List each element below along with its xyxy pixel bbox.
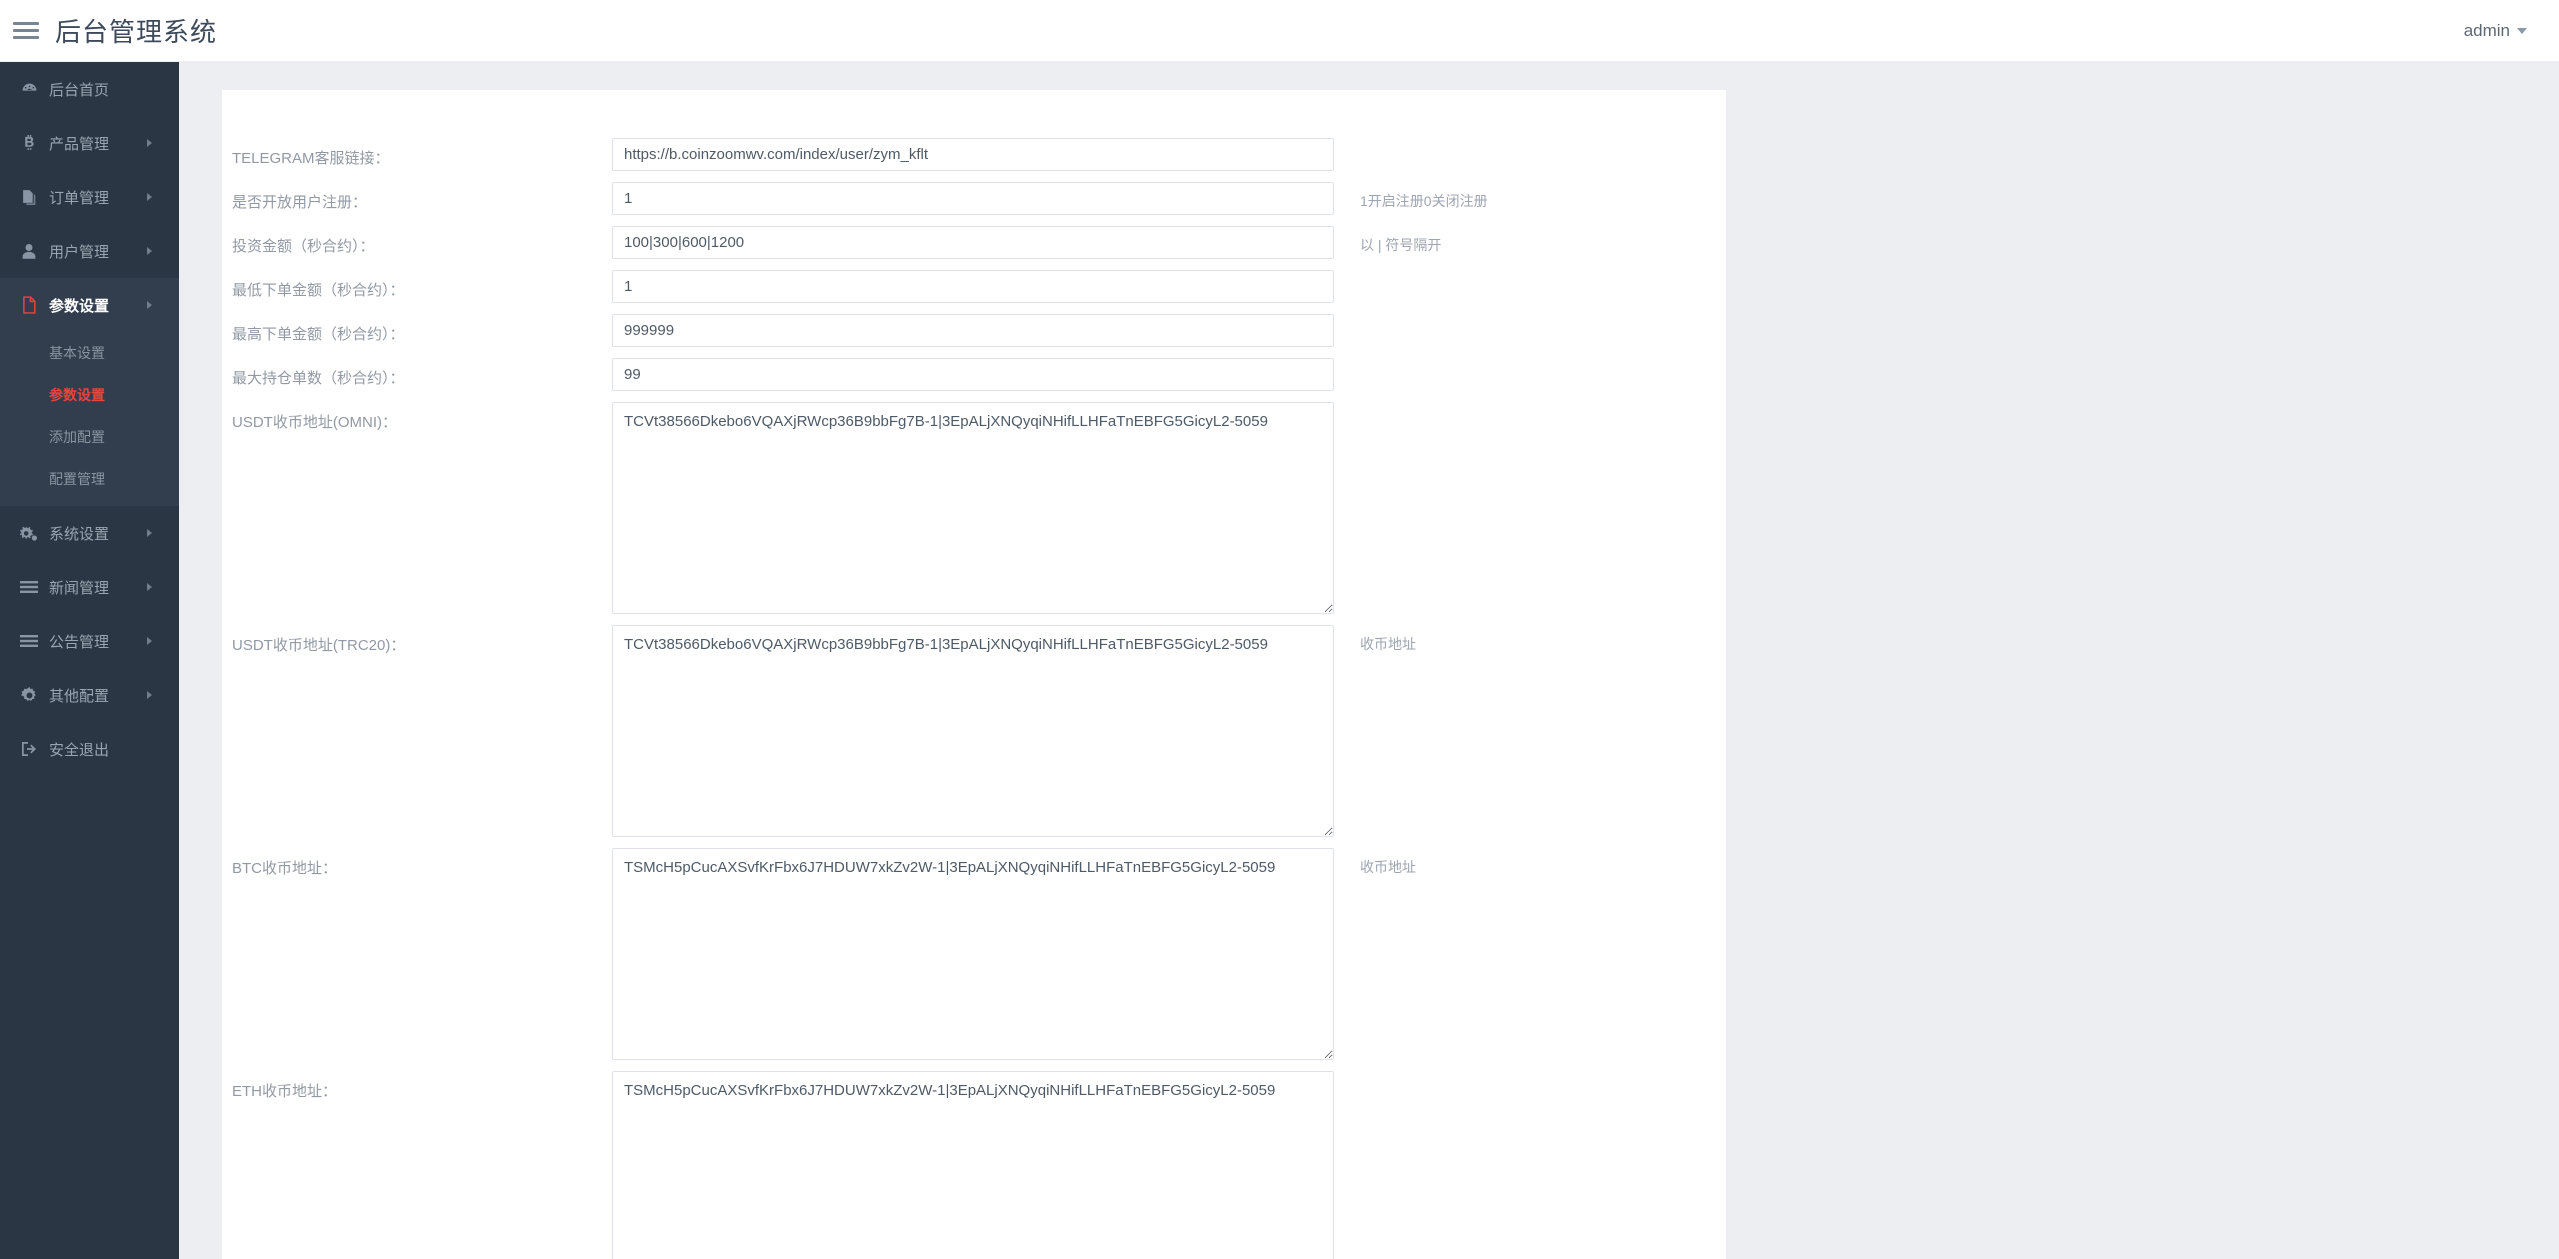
- sidebar-subitem-basic-settings[interactable]: 基本设置: [0, 332, 179, 374]
- usdt-trc20-address-textarea[interactable]: TCVt38566Dkebo6VQAXjRWcp36B9bbFg7B-1|3Ep…: [612, 625, 1334, 837]
- sidebar-submenu-params: 基本设置 参数设置 添加配置 配置管理: [0, 332, 179, 506]
- list-icon: [18, 580, 40, 594]
- sidebar: 后台首页 产品管理 订单管理 用户管理 参数设置 基本设置 参数设置 添加配置 …: [0, 62, 179, 1259]
- sidebar-item-orders[interactable]: 订单管理: [0, 170, 179, 224]
- sidebar-subitem-param-settings[interactable]: 参数设置: [0, 374, 179, 416]
- caret-down-icon: [2517, 27, 2527, 34]
- sidebar-item-label: 系统设置: [49, 525, 110, 543]
- field-label: 投资金额（秒合约）：: [232, 238, 375, 255]
- settings-form-panel: TELEGRAM客服链接： 是否开放用户注册： 1开启注册0关闭注册 投资金额（…: [222, 90, 1726, 1259]
- chevron-right-icon: [147, 193, 152, 201]
- usdt-omni-address-textarea[interactable]: TCVt38566Dkebo6VQAXjRWcp36B9bbFg7B-1|3Ep…: [612, 402, 1334, 614]
- chevron-right-icon: [147, 691, 152, 699]
- open-registration-input[interactable]: [612, 182, 1334, 215]
- sidebar-subitem-add-config[interactable]: 添加配置: [0, 416, 179, 458]
- bitcoin-icon: [18, 134, 40, 152]
- page-title: 后台管理系统: [55, 17, 218, 47]
- form-row: USDT收币地址(TRC20)： TCVt38566Dkebo6VQAXjRWc…: [222, 625, 1726, 837]
- form-row: ETH收币地址： TSMcH5pCucAXSvfKrFbx6J7HDUW7xkZ…: [222, 1071, 1726, 1259]
- dashboard-icon: [18, 81, 40, 98]
- field-hint: 以 | 符号隔开: [1360, 237, 1442, 253]
- file-icon: [18, 296, 40, 314]
- max-order-amount-input[interactable]: [612, 314, 1334, 347]
- max-positions-input[interactable]: [612, 358, 1334, 391]
- list-icon: [18, 634, 40, 648]
- form-row: TELEGRAM客服链接：: [222, 90, 1726, 171]
- sidebar-item-products[interactable]: 产品管理: [0, 116, 179, 170]
- user-icon: [18, 243, 40, 260]
- copy-file-icon: [18, 189, 40, 206]
- chevron-right-icon: [147, 637, 152, 645]
- sidebar-item-system-settings[interactable]: 系统设置: [0, 506, 179, 560]
- btc-address-textarea[interactable]: TSMcH5pCucAXSvfKrFbx6J7HDUW7xkZv2W-1|3Ep…: [612, 848, 1334, 1060]
- sidebar-item-params[interactable]: 参数设置: [0, 278, 179, 332]
- field-label: USDT收币地址(OMNI)：: [232, 414, 397, 431]
- sidebar-item-label: 产品管理: [49, 135, 110, 153]
- field-label: 最低下单金额（秒合约）：: [232, 282, 405, 299]
- field-label: 最大持仓单数（秒合约）：: [232, 370, 405, 387]
- hamburger-icon[interactable]: [13, 21, 39, 41]
- sidebar-item-dashboard[interactable]: 后台首页: [0, 62, 179, 116]
- user-menu-label: admin: [2463, 20, 2510, 40]
- form-row: USDT收币地址(OMNI)： TCVt38566Dkebo6VQAXjRWcp…: [222, 402, 1726, 614]
- form-row: 最大持仓单数（秒合约）：: [222, 358, 1726, 391]
- user-menu-button[interactable]: admin: [2458, 17, 2533, 45]
- chevron-right-icon: [147, 301, 152, 309]
- field-label: BTC收币地址：: [232, 860, 338, 877]
- sidebar-item-users[interactable]: 用户管理: [0, 224, 179, 278]
- field-hint: 收币地址: [1360, 636, 1416, 652]
- sidebar-item-label: 新闻管理: [49, 579, 110, 597]
- chevron-right-icon: [147, 139, 152, 147]
- sidebar-item-label: 用户管理: [49, 243, 110, 261]
- form-row: 投资金额（秒合约）： 以 | 符号隔开: [222, 226, 1726, 259]
- sidebar-item-other-config[interactable]: 其他配置: [0, 668, 179, 722]
- form-row: 最高下单金额（秒合约）：: [222, 314, 1726, 347]
- logout-icon: [18, 741, 40, 757]
- sidebar-item-label: 公告管理: [49, 633, 110, 651]
- min-order-amount-input[interactable]: [612, 270, 1334, 303]
- sidebar-subitem-config-manage[interactable]: 配置管理: [0, 458, 179, 500]
- form-row: BTC收币地址： TSMcH5pCucAXSvfKrFbx6J7HDUW7xkZ…: [222, 848, 1726, 1060]
- sidebar-item-label: 后台首页: [49, 81, 110, 99]
- sidebar-item-label: 参数设置: [49, 297, 110, 315]
- field-label: ETH收币地址：: [232, 1083, 338, 1100]
- field-hint: 1开启注册0关闭注册: [1360, 193, 1488, 209]
- field-label: 最高下单金额（秒合约）：: [232, 326, 405, 343]
- sidebar-group-params: 参数设置 基本设置 参数设置 添加配置 配置管理: [0, 278, 179, 506]
- form-row: 是否开放用户注册： 1开启注册0关闭注册: [222, 182, 1726, 215]
- chevron-right-icon: [147, 583, 152, 591]
- chevron-right-icon: [147, 529, 152, 537]
- gear-icon: [18, 686, 40, 704]
- sidebar-item-label: 安全退出: [49, 741, 110, 759]
- invest-amount-input[interactable]: [612, 226, 1334, 259]
- field-label: 是否开放用户注册：: [232, 194, 368, 211]
- chevron-right-icon: [147, 247, 152, 255]
- sidebar-item-logout[interactable]: 安全退出: [0, 722, 179, 776]
- sidebar-item-label: 其他配置: [49, 687, 110, 705]
- form-row: 最低下单金额（秒合约）：: [222, 270, 1726, 303]
- field-hint: 收币地址: [1360, 859, 1416, 875]
- sidebar-item-label: 订单管理: [49, 189, 110, 207]
- sidebar-item-announcements[interactable]: 公告管理: [0, 614, 179, 668]
- main-content: TELEGRAM客服链接： 是否开放用户注册： 1开启注册0关闭注册 投资金额（…: [179, 62, 2559, 1259]
- eth-address-textarea[interactable]: TSMcH5pCucAXSvfKrFbx6J7HDUW7xkZv2W-1|3Ep…: [612, 1071, 1334, 1259]
- cogs-icon: [18, 525, 40, 542]
- sidebar-item-news[interactable]: 新闻管理: [0, 560, 179, 614]
- top-header: 后台管理系统 admin: [0, 0, 2559, 62]
- field-label: TELEGRAM客服链接：: [232, 150, 390, 167]
- field-label: USDT收币地址(TRC20)：: [232, 637, 406, 654]
- telegram-link-input[interactable]: [612, 138, 1334, 171]
